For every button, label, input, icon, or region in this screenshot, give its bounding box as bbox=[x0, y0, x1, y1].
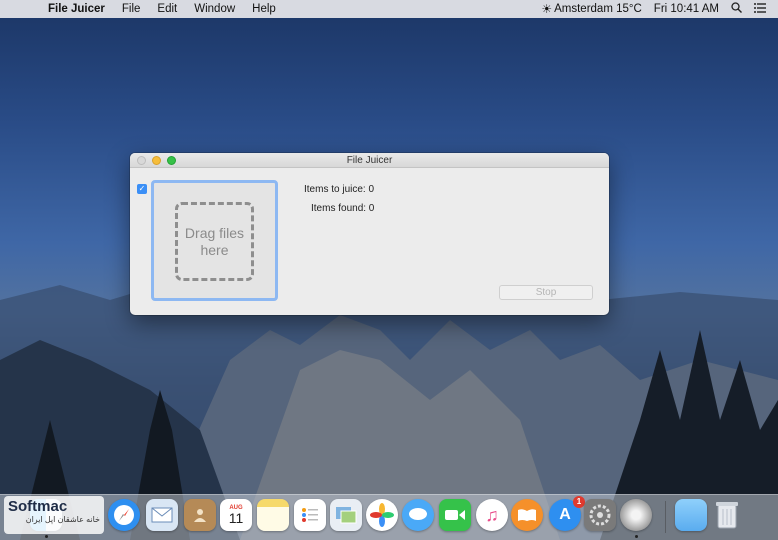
reminders-icon[interactable] bbox=[294, 499, 326, 531]
window-menu[interactable]: Window bbox=[194, 3, 235, 15]
help-menu[interactable]: Help bbox=[252, 3, 276, 15]
items-found-label: Items found: 0 bbox=[311, 203, 375, 214]
dock: AUG 11 ♫ A 1 bbox=[0, 494, 778, 540]
drop-zone-hint: Drag files here bbox=[175, 202, 254, 281]
window-titlebar[interactable]: File Juicer bbox=[130, 153, 609, 168]
calendar-icon[interactable]: AUG 11 bbox=[220, 499, 252, 531]
file-juicer-icon[interactable] bbox=[620, 499, 652, 531]
finder-running-indicator bbox=[45, 535, 48, 538]
notification-center-icon[interactable] bbox=[754, 2, 766, 16]
messages-icon[interactable] bbox=[402, 499, 434, 531]
app-store-icon[interactable]: A 1 bbox=[549, 496, 585, 531]
itunes-icon[interactable]: ♫ bbox=[476, 499, 508, 531]
ibooks-icon[interactable] bbox=[511, 499, 543, 531]
edit-menu[interactable]: Edit bbox=[157, 3, 177, 15]
safari-icon[interactable] bbox=[108, 499, 140, 531]
weather-icon[interactable]: ☀ bbox=[541, 2, 552, 16]
drop-zone[interactable]: Drag files here bbox=[151, 180, 278, 301]
softmac-watermark: Softmac خانه عاشقان اپل ایران bbox=[4, 496, 104, 534]
zoom-button[interactable] bbox=[167, 156, 176, 165]
items-to-juice-label: Items to juice: 0 bbox=[304, 184, 375, 195]
facetime-icon[interactable] bbox=[439, 499, 471, 531]
weather-status[interactable]: Amsterdam 15°C bbox=[554, 3, 642, 15]
system-preferences-icon[interactable] bbox=[584, 499, 616, 531]
photos-icon[interactable] bbox=[366, 499, 398, 531]
file-juicer-window: File Juicer ✓ Drag files here Items to j… bbox=[130, 153, 609, 315]
watermark-subtitle: خانه عاشقان اپل ایران bbox=[25, 515, 100, 524]
stop-button[interactable]: Stop bbox=[499, 285, 593, 300]
notes-icon[interactable] bbox=[257, 499, 289, 531]
preview-icon[interactable] bbox=[330, 499, 362, 531]
menubar-clock[interactable]: Fri 10:41 AM bbox=[654, 3, 719, 15]
trash-icon[interactable] bbox=[711, 499, 743, 531]
window-title: File Juicer bbox=[346, 155, 393, 166]
spotlight-search-icon[interactable] bbox=[731, 2, 742, 16]
menu-bar: File Juicer File Edit Window Help ☀ Amst… bbox=[0, 0, 778, 18]
minimize-button[interactable] bbox=[152, 156, 161, 165]
dock-separator bbox=[665, 501, 666, 533]
downloads-folder-icon[interactable] bbox=[675, 499, 707, 531]
calendar-day: 11 bbox=[228, 510, 244, 526]
watermark-brand: Softmac bbox=[8, 498, 68, 515]
file-juicer-running-indicator bbox=[635, 535, 638, 538]
file-menu[interactable]: File bbox=[122, 3, 141, 15]
close-button[interactable] bbox=[137, 156, 146, 165]
contacts-icon[interactable] bbox=[184, 499, 216, 531]
app-menu[interactable]: File Juicer bbox=[48, 3, 105, 15]
mail-icon[interactable] bbox=[146, 499, 178, 531]
option-checkbox[interactable]: ✓ bbox=[137, 184, 147, 194]
